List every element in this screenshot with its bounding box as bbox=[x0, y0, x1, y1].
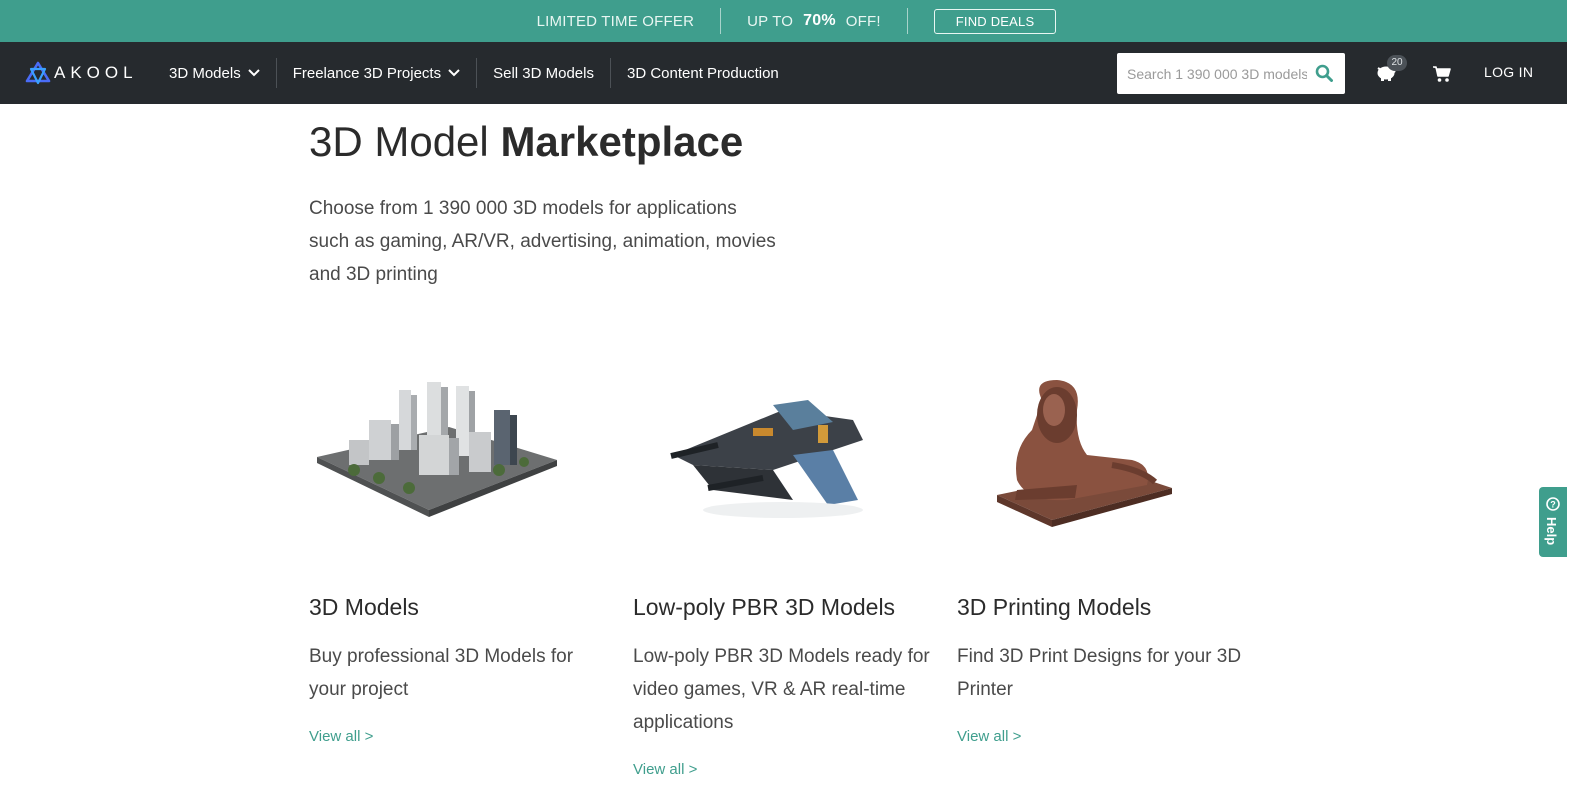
help-label: Help bbox=[1544, 517, 1559, 546]
title-light: 3D Model bbox=[309, 118, 489, 165]
city-model-icon[interactable] bbox=[309, 360, 609, 550]
nav-divider bbox=[275, 58, 277, 88]
nav-item-label: 3D Content Production bbox=[627, 64, 779, 82]
nav-item-sell[interactable]: Sell 3D Models bbox=[493, 58, 594, 88]
search-icon[interactable] bbox=[1315, 64, 1333, 87]
nav-menu: 3D Models Freelance 3D Projects Sell 3D … bbox=[169, 42, 779, 104]
promo-off: OFF! bbox=[845, 12, 881, 30]
promo-bar: LIMITED TIME OFFER UP TO 70% OFF! FIND D… bbox=[0, 0, 1567, 42]
nav-divider bbox=[476, 58, 478, 88]
promo-up-to: UP TO bbox=[747, 12, 794, 30]
category-card-3d-printing: 3D Printing Models Find 3D Print Designs… bbox=[957, 360, 1267, 745]
promo-discount: UP TO 70% OFF! bbox=[721, 9, 907, 33]
card-title: 3D Models bbox=[309, 594, 419, 620]
help-tab[interactable]: ? Help bbox=[1539, 487, 1567, 557]
promo-offer-text: LIMITED TIME OFFER bbox=[536, 12, 695, 30]
title-bold: Marketplace bbox=[500, 118, 744, 165]
promo-percent: 70% bbox=[803, 12, 836, 29]
nav-item-freelance[interactable]: Freelance 3D Projects bbox=[293, 58, 460, 88]
promo-offer-label: LIMITED TIME OFFER bbox=[511, 9, 721, 33]
intro-text: Choose from 1 390 000 3D models for appl… bbox=[309, 198, 776, 285]
nav-item-label: 3D Models bbox=[169, 64, 241, 82]
logo-text: AKOOL bbox=[54, 63, 138, 82]
card-title: 3D Printing Models bbox=[957, 594, 1152, 620]
view-all-link[interactable]: View all > bbox=[309, 728, 373, 745]
chevron-down-icon bbox=[247, 69, 260, 77]
nav-item-label: Freelance 3D Projects bbox=[292, 64, 442, 82]
view-all-link[interactable]: View all > bbox=[957, 728, 1021, 745]
card-description: Buy professional 3D Models for your proj… bbox=[309, 646, 574, 700]
piggy-badge: 20 bbox=[1387, 55, 1407, 71]
nav-divider bbox=[610, 58, 611, 88]
search-input[interactable] bbox=[1127, 58, 1307, 89]
chevron-down-icon bbox=[448, 69, 460, 77]
card-title: Low-poly PBR 3D Models bbox=[633, 594, 896, 620]
nav-item-content-production[interactable]: 3D Content Production bbox=[627, 58, 779, 88]
spaceship-model-icon[interactable] bbox=[633, 360, 933, 550]
main-nav: AKOOL 3D Models Freelance 3D Projects Se… bbox=[0, 42, 1567, 104]
cart-icon[interactable] bbox=[1432, 65, 1452, 88]
logo[interactable]: AKOOL bbox=[25, 61, 138, 85]
page-title: 3D Model Marketplace bbox=[309, 118, 743, 166]
card-description: Find 3D Print Designs for your 3D Printe… bbox=[957, 646, 1242, 700]
nav-item-3d-models[interactable]: 3D Models bbox=[169, 58, 260, 88]
svg-text:?: ? bbox=[1550, 500, 1556, 510]
logo-icon bbox=[25, 61, 51, 85]
find-deals-button[interactable]: FIND DEALS bbox=[933, 8, 1057, 34]
nav-item-label: Sell 3D Models bbox=[493, 64, 594, 82]
card-description: Low-poly PBR 3D Models ready for video g… bbox=[633, 646, 930, 733]
lion-statue-icon[interactable] bbox=[957, 360, 1257, 550]
view-all-link[interactable]: View all > bbox=[633, 761, 697, 778]
promo-button-wrap: FIND DEALS bbox=[908, 8, 1057, 34]
help-icon: ? bbox=[1546, 497, 1560, 516]
category-card-low-poly: Low-poly PBR 3D Models Low-poly PBR 3D M… bbox=[633, 360, 943, 778]
search-box bbox=[1117, 53, 1345, 94]
category-card-3d-models: 3D Models Buy professional 3D Models for… bbox=[309, 360, 619, 745]
login-link[interactable]: LOG IN bbox=[1484, 64, 1533, 80]
